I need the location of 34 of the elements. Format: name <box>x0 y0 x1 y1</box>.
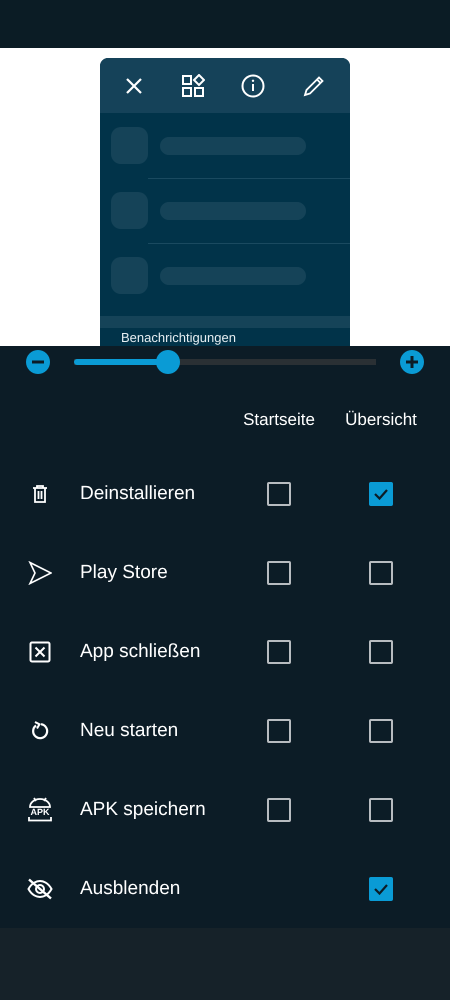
action-label: Deinstallieren <box>80 482 196 504</box>
info-icon[interactable] <box>241 74 266 98</box>
checkbox[interactable] <box>267 560 291 584</box>
action-label: App schließen <box>80 640 202 662</box>
trash-icon <box>32 484 48 502</box>
checkbox[interactable] <box>267 482 291 506</box>
slider-thumb[interactable] <box>156 350 180 374</box>
checkbox[interactable] <box>369 798 393 822</box>
checkbox[interactable] <box>369 718 393 742</box>
checkbox[interactable] <box>369 482 393 506</box>
action-label: Ausblenden <box>80 878 182 900</box>
checkbox[interactable] <box>267 798 291 822</box>
eye-off-icon <box>27 878 53 900</box>
play-icon <box>28 560 52 584</box>
close-icon[interactable] <box>124 76 144 96</box>
action-label: APK speichern <box>80 798 207 820</box>
check-icon <box>373 882 389 896</box>
widgets-icon[interactable] <box>180 74 205 98</box>
checkbox[interactable] <box>369 876 393 900</box>
edit-icon[interactable] <box>302 74 326 98</box>
column-header: Übersicht <box>344 410 418 430</box>
section-label: Benachrichtigungen <box>121 331 237 345</box>
check-icon <box>373 486 389 500</box>
zoom-in-icon[interactable] <box>400 350 424 374</box>
checkbox[interactable] <box>267 640 291 664</box>
close-box-icon <box>29 640 51 662</box>
checkbox[interactable] <box>369 560 393 584</box>
zoom-out-icon[interactable] <box>26 350 50 374</box>
column-header: Startseite <box>242 410 316 430</box>
checkbox[interactable] <box>267 718 291 742</box>
checkbox[interactable] <box>369 640 393 664</box>
action-label: Neu starten <box>80 720 180 742</box>
restart-icon <box>29 720 51 742</box>
action-label: Play Store <box>80 562 169 584</box>
